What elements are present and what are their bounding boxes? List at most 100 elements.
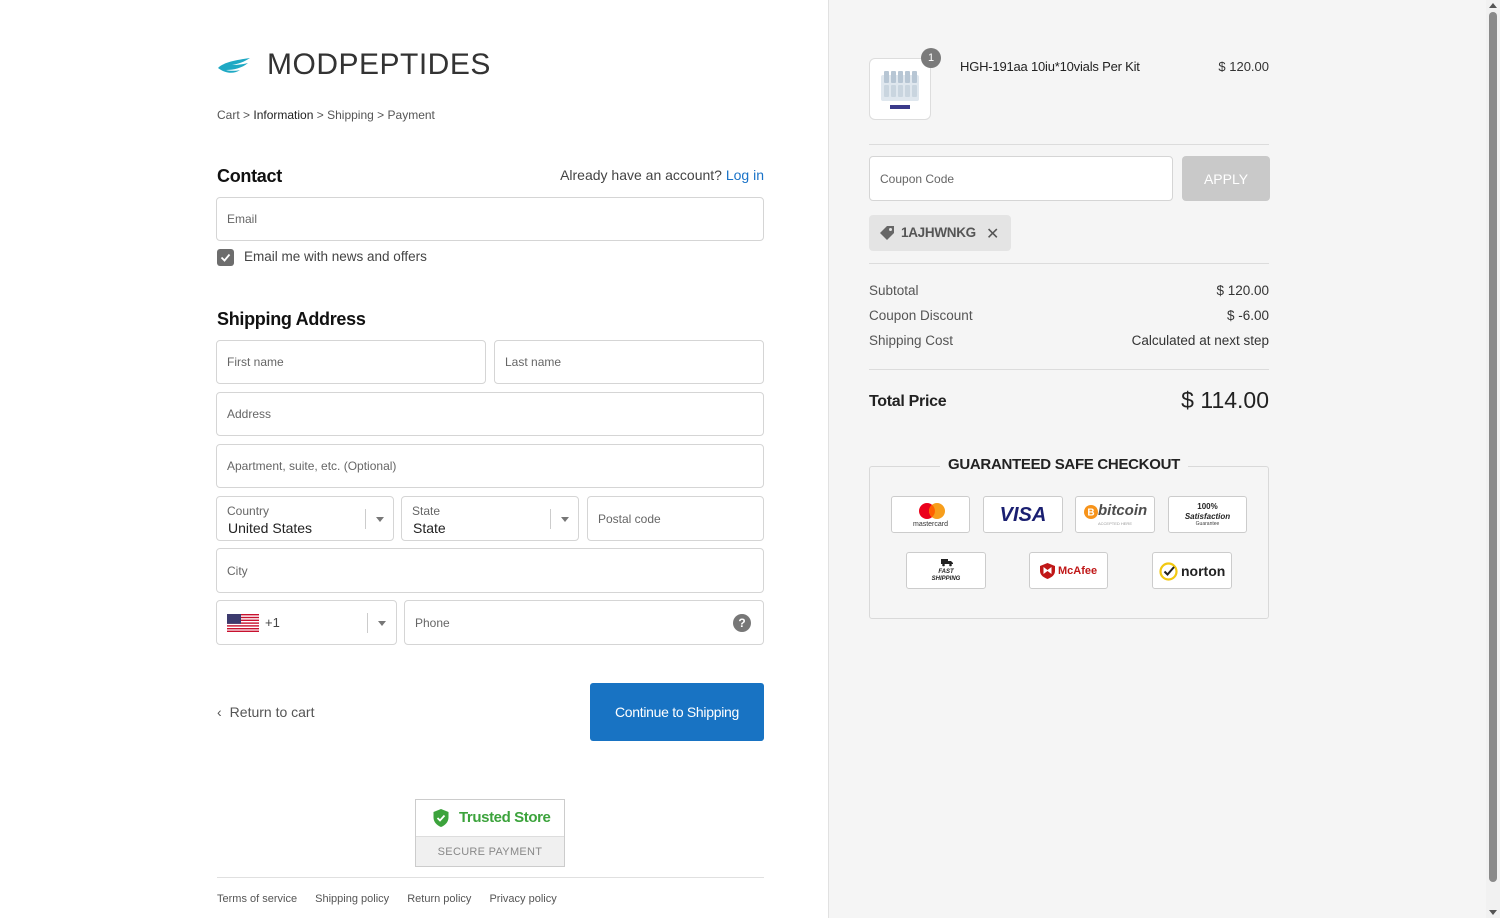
breadcrumb: Cart > Information > Shipping > Payment <box>217 108 435 122</box>
shipping-cost-row: Shipping Cost Calculated at next step <box>869 333 1269 348</box>
trusted-store-title: Trusted Store <box>459 809 551 826</box>
product-name: HGH-191aa 10iu*10vials Per Kit <box>960 59 1140 74</box>
secure-payment-label: SECURE PAYMENT <box>416 836 564 866</box>
satisfaction-guarantee-badge: 100% Satisfaction Guarantee <box>1168 496 1247 533</box>
discount-label: Coupon Discount <box>869 308 973 323</box>
country-select[interactable]: Country United States <box>216 496 394 541</box>
product-thumbnail <box>869 58 931 120</box>
fast-shipping-badge: FAST SHIPPING <box>906 552 986 589</box>
norton-label: norton <box>1181 563 1226 579</box>
vertical-scrollbar[interactable] <box>1486 0 1500 918</box>
help-icon[interactable]: ? <box>733 614 751 632</box>
bitcoin-icon: B <box>1084 505 1098 519</box>
first-name-field[interactable]: First name <box>216 340 486 384</box>
postal-code-placeholder: Postal code <box>598 511 661 526</box>
mastercard-logo-icon <box>919 503 945 519</box>
email-placeholder: Email <box>227 212 258 226</box>
return-policy-link[interactable]: Return policy <box>407 893 471 905</box>
state-select[interactable]: State State <box>401 496 579 541</box>
newsletter-checkbox[interactable] <box>217 249 234 266</box>
breadcrumb-cart[interactable]: Cart <box>217 108 240 122</box>
return-to-cart-link[interactable]: ‹ Return to cart <box>217 704 315 720</box>
satisfaction-top: 100% <box>1197 502 1218 511</box>
brand-name: MODPEPTIDES <box>267 48 491 81</box>
contact-heading: Contact <box>217 166 282 186</box>
fast-shipping-bot: SHIPPING <box>931 576 961 582</box>
login-link[interactable]: Log in <box>726 167 764 183</box>
state-value: State <box>413 520 446 536</box>
visa-badge: VISA <box>983 496 1063 533</box>
postal-code-field[interactable]: Postal code <box>587 496 764 541</box>
apartment-placeholder: Apartment, suite, etc. (Optional) <box>227 459 397 473</box>
divider <box>869 263 1269 264</box>
fast-shipping-top: FAST <box>938 569 954 575</box>
tag-icon <box>880 226 894 240</box>
norton-badge: norton <box>1152 552 1232 589</box>
breadcrumb-separator: > <box>243 108 251 122</box>
mcafee-label: McAfee <box>1058 565 1098 577</box>
product-price: $ 120.00 <box>1218 59 1269 74</box>
scrollbar-thumb[interactable] <box>1489 12 1497 882</box>
address-field[interactable]: Address <box>216 392 764 436</box>
newsletter-label: Email me with news and offers <box>244 249 427 264</box>
state-label: State <box>412 504 441 518</box>
return-label: Return to cart <box>229 704 315 720</box>
checkmark-icon <box>220 253 231 262</box>
email-field[interactable]: Email <box>216 197 764 241</box>
phone-placeholder: Phone <box>415 615 450 630</box>
trusted-store-badge: Trusted Store SECURE PAYMENT <box>415 799 565 867</box>
subtotal-label: Subtotal <box>869 283 919 298</box>
city-field[interactable]: City <box>216 548 764 593</box>
terms-of-service-link[interactable]: Terms of service <box>217 893 297 905</box>
city-placeholder: City <box>227 563 248 578</box>
wing-logo-icon <box>218 58 250 73</box>
shield-check-icon <box>433 809 449 827</box>
breadcrumb-shipping: Shipping <box>327 108 374 122</box>
product-kit-image-icon <box>881 71 919 109</box>
chevron-down-icon <box>561 517 569 522</box>
subtotal-row: Subtotal $ 120.00 <box>869 283 1269 298</box>
first-name-placeholder: First name <box>227 355 284 369</box>
discount-row: Coupon Discount $ -6.00 <box>869 308 1269 323</box>
select-divider <box>365 509 366 529</box>
total-price-value: $ 114.00 <box>1181 387 1269 413</box>
mcafee-shield-icon <box>1040 563 1055 579</box>
shipping-cost-label: Shipping Cost <box>869 333 954 348</box>
account-prompt: Already have an account? Log in <box>464 167 764 183</box>
apply-coupon-button[interactable]: APPLY <box>1182 156 1270 201</box>
visa-label: VISA <box>999 504 1047 526</box>
breadcrumb-payment: Payment <box>387 108 435 122</box>
subtotal-value: $ 120.00 <box>1216 283 1269 298</box>
last-name-placeholder: Last name <box>505 355 562 369</box>
phone-field[interactable]: Phone ? <box>404 600 764 645</box>
shipping-policy-link[interactable]: Shipping policy <box>315 893 389 905</box>
last-name-field[interactable]: Last name <box>494 340 764 384</box>
remove-coupon-close-icon[interactable]: ✕ <box>986 224 999 244</box>
account-prompt-text: Already have an account? <box>560 167 722 183</box>
mastercard-label: mastercard <box>912 521 948 528</box>
footer-links: Terms of service Shipping policy Return … <box>217 893 572 905</box>
checkout-form-panel: MODPEPTIDES Cart > Information > Shippin… <box>0 0 828 918</box>
trusted-store-header: Trusted Store <box>416 800 564 836</box>
continue-to-shipping-button[interactable]: Continue to Shipping <box>590 683 764 741</box>
us-flag-icon <box>227 614 259 632</box>
applied-coupon-code: 1AJHWNKG <box>901 225 976 240</box>
country-label: Country <box>227 504 270 518</box>
mcafee-badge: McAfee <box>1029 552 1108 589</box>
phone-country-select[interactable]: +1 <box>216 600 397 645</box>
mastercard-badge: mastercard <box>891 496 970 533</box>
discount-value: $ -6.00 <box>1226 308 1269 323</box>
scroll-down-icon[interactable] <box>1489 910 1497 915</box>
safe-checkout-box <box>869 466 1269 619</box>
chevron-down-icon <box>376 517 384 522</box>
chevron-left-icon: ‹ <box>217 704 222 720</box>
total-price-label: Total Price <box>869 393 947 410</box>
coupon-code-input[interactable]: Coupon Code <box>869 156 1173 201</box>
quantity-badge: 1 <box>921 48 941 68</box>
bitcoin-sub-label: ACCEPTED HERE <box>1097 521 1132 526</box>
shipping-address-heading: Shipping Address <box>217 309 366 329</box>
address-placeholder: Address <box>227 407 272 421</box>
apartment-field[interactable]: Apartment, suite, etc. (Optional) <box>216 444 764 488</box>
scroll-up-icon[interactable] <box>1489 3 1497 8</box>
privacy-policy-link[interactable]: Privacy policy <box>489 893 556 905</box>
